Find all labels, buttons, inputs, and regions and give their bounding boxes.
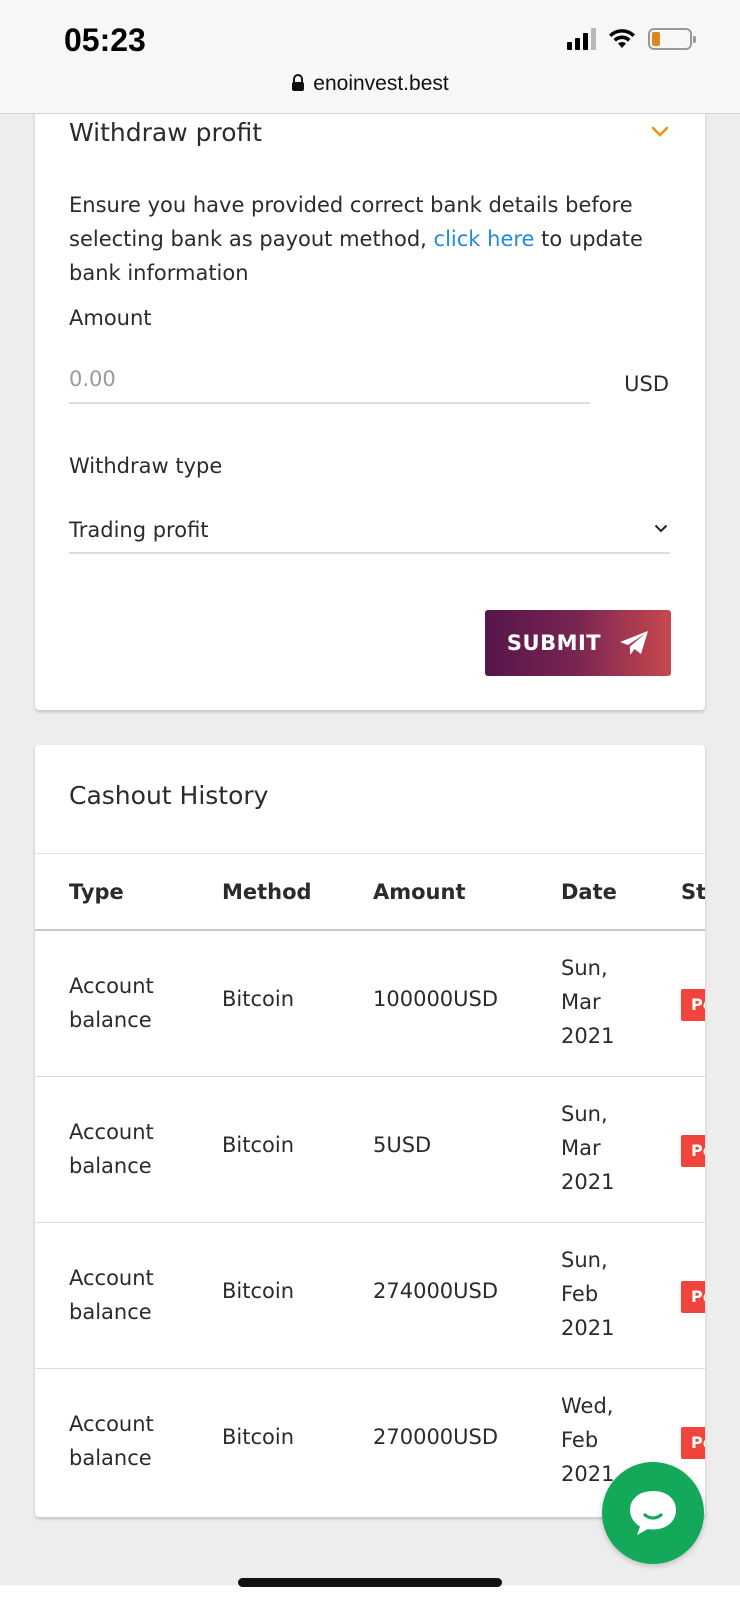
status-icons bbox=[567, 28, 696, 50]
url-text: enoinvest.best bbox=[313, 72, 449, 95]
chat-button[interactable] bbox=[602, 1462, 704, 1564]
cell-amount: 270000USD bbox=[373, 1425, 499, 1449]
withdraw-type-select[interactable]: Trading profit bbox=[69, 504, 670, 554]
amount-input[interactable] bbox=[69, 356, 590, 404]
status-badge: Pending bbox=[681, 1427, 705, 1459]
browser-top-bar: 05:23 enoinvest.best bbox=[0, 0, 740, 114]
history-table: Type Method Amount Date Status Account b… bbox=[35, 853, 705, 1515]
lock-icon bbox=[292, 74, 305, 91]
cell-method: Bitcoin bbox=[222, 1425, 295, 1449]
cell-date: Sun, Mar 2021 bbox=[561, 956, 615, 1048]
cell-date: Sun, Mar 2021 bbox=[561, 1102, 615, 1194]
cell-date: Sun, Feb 2021 bbox=[561, 1248, 615, 1340]
cell-amount: 5USD bbox=[373, 1133, 432, 1157]
chat-bubble-icon bbox=[630, 1491, 676, 1535]
table-row: Account balance Bitcoin 270000USD Wed, F… bbox=[35, 1369, 705, 1515]
cell-method: Bitcoin bbox=[222, 987, 295, 1011]
submit-button[interactable]: SUBMIT bbox=[485, 610, 671, 676]
table-row: Account balance Bitcoin 5USD Sun, Mar 20… bbox=[35, 1077, 705, 1223]
home-indicator bbox=[238, 1578, 502, 1587]
click-here-link[interactable]: click here bbox=[434, 227, 535, 251]
table-row: Account balance Bitcoin 100000USD Sun, M… bbox=[35, 931, 705, 1077]
table-header: Type Method Amount Date Status bbox=[35, 853, 705, 931]
bank-notice: Ensure you have provided correct bank de… bbox=[69, 188, 669, 290]
chevron-down-icon bbox=[654, 524, 668, 533]
withdraw-type-value: Trading profit bbox=[69, 518, 209, 542]
cell-type: Account balance bbox=[69, 1412, 154, 1470]
bottom-safe-area bbox=[0, 1585, 740, 1600]
cell-method: Bitcoin bbox=[222, 1133, 295, 1157]
withdraw-type-label: Withdraw type bbox=[69, 454, 223, 478]
cashout-history-card: Cashout History Type Method Amount Date … bbox=[35, 745, 705, 1517]
cell-type: Account balance bbox=[69, 1266, 154, 1324]
amount-label: Amount bbox=[69, 306, 152, 330]
status-badge: Pending bbox=[681, 1135, 705, 1167]
col-amount[interactable]: Amount bbox=[373, 880, 466, 904]
col-type[interactable]: Type bbox=[69, 880, 124, 904]
col-status[interactable]: Status bbox=[681, 880, 705, 904]
currency-label: USD bbox=[624, 372, 669, 396]
col-method[interactable]: Method bbox=[222, 880, 312, 904]
cell-method: Bitcoin bbox=[222, 1279, 295, 1303]
cell-amount: 100000USD bbox=[373, 987, 499, 1011]
withdraw-card: Withdraw profit Ensure you have provided… bbox=[35, 100, 705, 710]
chevron-down-icon[interactable] bbox=[651, 126, 669, 138]
status-time: 05:23 bbox=[64, 22, 146, 58]
withdraw-title: Withdraw profit bbox=[69, 118, 263, 147]
signal-icon bbox=[567, 28, 596, 50]
url-bar[interactable]: enoinvest.best bbox=[0, 72, 740, 96]
wifi-icon bbox=[609, 29, 635, 48]
table-row: Account balance Bitcoin 274000USD Sun, F… bbox=[35, 1223, 705, 1369]
paper-plane-icon bbox=[620, 631, 649, 655]
col-date[interactable]: Date bbox=[561, 880, 617, 904]
status-badge: Pending bbox=[681, 1281, 705, 1313]
cell-type: Account balance bbox=[69, 1120, 154, 1178]
history-title: Cashout History bbox=[69, 781, 269, 810]
status-badge: Pending bbox=[681, 989, 705, 1021]
cell-type: Account balance bbox=[69, 974, 154, 1032]
submit-label: SUBMIT bbox=[506, 631, 602, 655]
battery-icon bbox=[648, 28, 696, 50]
cell-amount: 274000USD bbox=[373, 1279, 499, 1303]
